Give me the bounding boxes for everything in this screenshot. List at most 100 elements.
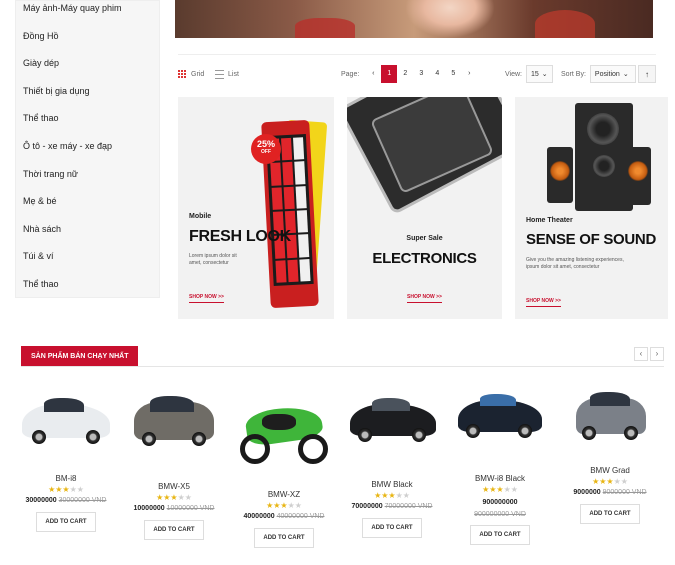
- arrow-up-icon: ↑: [645, 69, 649, 79]
- price-current: 900000000: [482, 499, 518, 506]
- grid-icon: [178, 69, 187, 79]
- prev-page-icon[interactable]: ‹: [365, 65, 381, 83]
- sort-select[interactable]: Position ⌄: [589, 65, 636, 83]
- speaker-image: [547, 147, 573, 203]
- price-old: 40000000 VND: [276, 513, 325, 520]
- product-card: BMW Black ★★★★★ 70000000 70000000 VND AD…: [340, 390, 444, 538]
- carousel-prev-icon[interactable]: ‹: [634, 347, 648, 361]
- chevron-down-icon: ⌄: [541, 71, 548, 78]
- view-label: View:: [505, 70, 522, 78]
- list-view-toggle[interactable]: List: [215, 62, 239, 86]
- add-to-cart-button[interactable]: ADD TO CART: [254, 528, 314, 548]
- price-old: 9000000 VND: [602, 489, 647, 496]
- product-name[interactable]: BMW Black: [340, 480, 444, 489]
- price-old: 900000000 VND: [474, 511, 526, 518]
- product-price: 70000000 70000000 VND: [340, 503, 444, 510]
- promo-subtitle: Super Sale: [406, 235, 443, 242]
- product-card: BMW Grad ★★★★★ 9000000 9000000 VND ADD T…: [558, 388, 662, 524]
- category-item[interactable]: Thể thao: [16, 271, 159, 299]
- add-to-cart-button[interactable]: ADD TO CART: [470, 525, 530, 545]
- grid-label: Grid: [191, 70, 205, 78]
- product-name[interactable]: BMW-X5: [122, 482, 226, 491]
- product-name[interactable]: BMW-XZ: [232, 490, 336, 499]
- star-rating: ★★★★★: [482, 485, 518, 494]
- price-old: 30000000 VND: [58, 497, 107, 504]
- category-item[interactable]: Thời trang nữ: [16, 161, 159, 189]
- shop-now-link[interactable]: SHOP NOW >>: [189, 294, 224, 303]
- page-5[interactable]: 5: [445, 65, 461, 83]
- list-label: List: [228, 70, 239, 78]
- shop-now-link[interactable]: SHOP NOW >>: [526, 298, 561, 307]
- discount-badge: 25% OFF: [251, 134, 281, 164]
- page-2[interactable]: 2: [397, 65, 413, 83]
- banner-model: [405, 0, 495, 38]
- category-item[interactable]: Máy ảnh-Máy quay phim: [16, 0, 159, 23]
- category-item[interactable]: Giày dép: [16, 50, 159, 78]
- carousel-next-icon[interactable]: ›: [650, 347, 664, 361]
- promo-title: FRESH LOOK: [189, 228, 291, 245]
- grid-view-toggle[interactable]: Grid: [178, 62, 204, 86]
- category-item[interactable]: Thể thao: [16, 105, 159, 133]
- chevron-down-icon: ⌄: [622, 71, 629, 78]
- product-image[interactable]: [562, 388, 658, 454]
- add-to-cart-button[interactable]: ADD TO CART: [580, 504, 640, 524]
- price-current: 40000000: [243, 513, 275, 520]
- promo-sound[interactable]: Home Theater SENSE OF SOUND Give you the…: [515, 97, 668, 319]
- next-page-icon[interactable]: ›: [461, 65, 477, 83]
- badge-off: OFF: [261, 149, 271, 155]
- price-current: 30000000: [25, 497, 57, 504]
- page-1[interactable]: 1: [381, 65, 398, 83]
- category-item[interactable]: Nhà sách: [16, 216, 159, 244]
- list-icon: [215, 69, 224, 79]
- star-rating: ★★★★★: [592, 477, 628, 486]
- price-old: 70000000 VND: [384, 503, 433, 510]
- top-banner-image[interactable]: [175, 0, 653, 38]
- sort-by: Sort By: Position ⌄: [561, 62, 636, 86]
- category-item[interactable]: Thiết bị gia dụng: [16, 78, 159, 106]
- product-image[interactable]: [236, 390, 332, 472]
- product-price: 9000000 9000000 VND: [558, 489, 662, 496]
- category-item[interactable]: Túi & ví: [16, 243, 159, 271]
- banner-decor: [535, 10, 595, 38]
- category-item[interactable]: Đồng Hồ: [16, 23, 159, 51]
- page-3[interactable]: 3: [413, 65, 429, 83]
- pagination: Page: ‹ 1 2 3 4 5 ›: [341, 62, 477, 86]
- price-current: 70000000: [351, 503, 383, 510]
- star-rating: ★★★★★: [156, 493, 192, 502]
- promo-mobile[interactable]: 25% OFF Mobile FRESH LOOK Lorem ipsum do…: [178, 97, 334, 319]
- category-item[interactable]: Ô tô - xe máy - xe đạp: [16, 133, 159, 161]
- category-item[interactable]: Mẹ & bé: [16, 188, 159, 216]
- add-to-cart-button[interactable]: ADD TO CART: [144, 520, 204, 540]
- product-price: 30000000 30000000 VND: [14, 497, 118, 504]
- product-image[interactable]: [18, 390, 114, 456]
- product-card: BMW-i8 Black ★★★★★ 900000000 900000000 VN…: [448, 386, 552, 545]
- category-list: Máy ảnh-Máy quay phim Đồng Hồ Giày dép T…: [16, 1, 159, 299]
- promo-title: SENSE OF SOUND: [526, 231, 656, 248]
- product-image[interactable]: [126, 390, 222, 456]
- product-image[interactable]: [452, 386, 548, 452]
- product-name[interactable]: BMW-i8 Black: [448, 474, 552, 483]
- promo-subtitle: Home Theater: [526, 217, 573, 224]
- view-select[interactable]: 15 ⌄: [526, 65, 553, 83]
- promo-description: Give you the amazing listening experienc…: [526, 257, 624, 270]
- banner-decor: [295, 18, 355, 38]
- add-to-cart-button[interactable]: ADD TO CART: [36, 512, 96, 532]
- product-card: BMW-X5 ★★★★★ 10000000 10000000 VND ADD T…: [122, 390, 226, 540]
- promo-subtitle: Mobile: [189, 213, 212, 220]
- promo-electronics[interactable]: Super Sale ELECTRONICS SHOP NOW >>: [347, 97, 502, 319]
- product-name[interactable]: BMW Grad: [558, 466, 662, 475]
- add-to-cart-button[interactable]: ADD TO CART: [362, 518, 422, 538]
- product-card: BMW-XZ ★★★★★ 40000000 40000000 VND ADD T…: [232, 390, 336, 548]
- product-name[interactable]: BM-i8: [14, 474, 118, 483]
- product-price: 900000000 900000000 VND: [448, 497, 552, 521]
- sort-direction-button[interactable]: ↑: [638, 65, 656, 83]
- sort-label: Sort By:: [561, 70, 586, 78]
- product-image[interactable]: [344, 390, 440, 456]
- product-price: 40000000 40000000 VND: [232, 513, 336, 520]
- price-old: 10000000 VND: [166, 505, 215, 512]
- promo-description: Lorem ipsum dolor sit amet, consectetur: [189, 253, 237, 266]
- speaker-image: [625, 147, 651, 205]
- divider: [21, 366, 664, 367]
- page-4[interactable]: 4: [429, 65, 445, 83]
- shop-now-link[interactable]: SHOP NOW >>: [407, 294, 442, 303]
